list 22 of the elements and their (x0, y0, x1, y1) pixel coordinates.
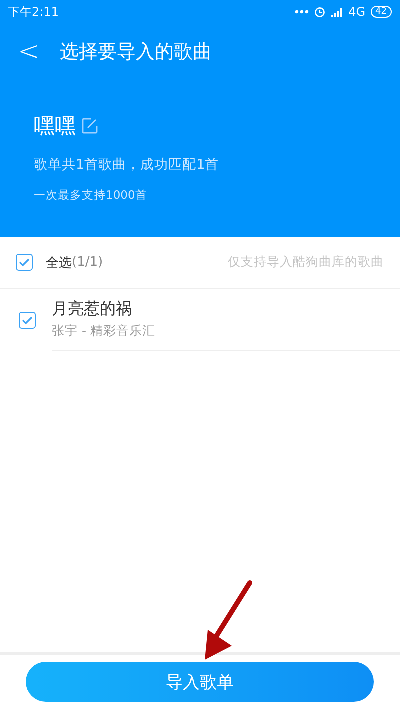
back-button[interactable]: < (14, 37, 44, 67)
edit-icon[interactable] (82, 118, 98, 134)
import-note: 仅支持导入酷狗曲库的歌曲 (228, 254, 384, 271)
song-checkbox[interactable] (19, 312, 36, 328)
more-dots-icon (294, 10, 309, 14)
signal-icon (330, 7, 344, 17)
battery-level: 42 (370, 6, 392, 18)
import-limit: 一次最多支持1000首 (34, 188, 148, 203)
checkmark-icon (19, 258, 30, 267)
checkmark-icon (22, 316, 33, 324)
network-type: 4G (348, 5, 366, 19)
song-artist-album: 张宇 - 精彩音乐汇 (52, 323, 156, 340)
playlist-summary: 歌单共1首歌曲，成功匹配1首 (34, 156, 220, 174)
playlist-name: 嘿嘿 (34, 113, 76, 140)
song-title: 月亮惹的祸 (52, 299, 133, 320)
import-playlist-button[interactable]: 导入歌单 (26, 662, 374, 702)
selection-count: (1/1) (72, 255, 104, 270)
select-all-checkbox[interactable] (16, 254, 33, 271)
select-all-label: 全选 (46, 254, 72, 272)
page-title: 选择要导入的歌曲 (60, 40, 212, 65)
status-time: 下午2:11 (8, 4, 59, 20)
alarm-clock-icon (314, 6, 326, 18)
